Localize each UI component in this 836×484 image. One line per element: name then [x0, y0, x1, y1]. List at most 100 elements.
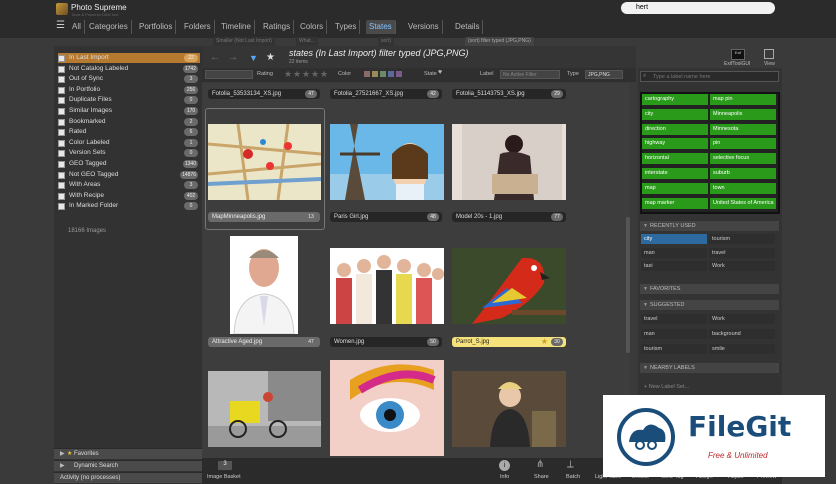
thumbnail-cyclist[interactable] [208, 371, 321, 447]
tab-all[interactable]: All [69, 20, 85, 34]
filter-checkbox[interactable] [58, 171, 65, 179]
tab-categories[interactable]: Categories [86, 20, 132, 34]
batch-icon[interactable]: ⟂ [567, 459, 574, 470]
filter-checkbox[interactable] [58, 139, 65, 147]
catalog-label-chip[interactable]: Minneapolis [710, 108, 776, 120]
filter-icon[interactable]: ▼ [249, 53, 258, 63]
info-icon[interactable]: i [499, 460, 510, 471]
filter-checkbox[interactable] [58, 203, 65, 211]
heart-icon[interactable]: ♥ [438, 69, 442, 76]
catalog-label-chip[interactable]: direction [642, 123, 708, 135]
catalog-label-chip[interactable]: city [642, 108, 708, 120]
filter-item[interactable]: GEO Tagged 1340 [58, 159, 200, 169]
thumbnail-portrait[interactable] [230, 236, 298, 334]
image-basket-label[interactable]: Image Basket [207, 474, 241, 480]
recent-label-chip[interactable]: travel [709, 247, 775, 258]
label-filter-dropdown[interactable]: No Active Filter [500, 70, 560, 79]
filter-item[interactable]: With Areas 3 [58, 180, 200, 190]
color-swatch[interactable] [364, 71, 370, 77]
favorites-header[interactable]: ▼ FAVORITES [640, 284, 779, 294]
doc-tab[interactable]: sort) [378, 37, 394, 46]
filter-item[interactable]: Out of Sync 3 [58, 74, 200, 84]
suggested-label-chip[interactable]: Work [709, 314, 775, 324]
catalog-label-chip[interactable]: suburb [710, 168, 776, 179]
thumbnail-eye[interactable] [330, 360, 444, 456]
filter-checkbox[interactable] [58, 150, 65, 158]
tab-timeline[interactable]: Timeline [218, 20, 255, 34]
thumbnail-caption[interactable]: Fotolia_51143753_XS.jpg 29 [452, 89, 566, 99]
thumbnail-model[interactable] [452, 124, 566, 200]
recent-label-chip[interactable]: tourism [709, 234, 775, 244]
filter-item[interactable]: Similar Images 170 [58, 106, 200, 116]
filter-checkbox[interactable] [58, 182, 65, 190]
filter-item[interactable]: Rated 6 [58, 127, 200, 137]
thumbnail-caption[interactable]: Fotolia_53533134_XS.jpg 47 [208, 89, 320, 99]
catalog-label-chip[interactable]: map pin [710, 94, 776, 105]
search-input[interactable]: hert [621, 2, 775, 14]
forward-arrow-icon[interactable]: → [228, 52, 238, 63]
filter-item[interactable]: Bookmarked 2 [58, 117, 200, 127]
doc-tab[interactable]: What... [296, 37, 318, 46]
recent-label-chip[interactable]: Work [709, 261, 775, 272]
catalog-label-chip[interactable]: map marker [642, 197, 708, 209]
recently-used-header[interactable]: ▼ RECENTLY USED [640, 221, 779, 231]
color-swatch[interactable] [372, 71, 378, 77]
catalog-label-chip[interactable]: pin [710, 138, 776, 150]
thumbnail-parrot[interactable] [452, 248, 566, 324]
color-swatch[interactable] [380, 71, 386, 77]
filter-checkbox[interactable] [58, 108, 65, 115]
suggested-label-chip[interactable]: background [709, 329, 775, 339]
thumbnail-paris[interactable] [330, 124, 444, 200]
favorite-star-icon[interactable]: ★ [266, 52, 275, 63]
filter-checkbox[interactable] [58, 55, 65, 62]
favorites-section[interactable]: ▶ ★ Favorites [54, 448, 202, 459]
filter-checkbox[interactable] [58, 192, 65, 200]
exiftool-icon[interactable]: Exif [731, 49, 745, 60]
sort-dropdown[interactable] [205, 70, 253, 79]
tab-states[interactable]: States [366, 20, 396, 34]
dynamic-search-section[interactable]: ▶ Dynamic Search [54, 460, 202, 471]
tab-types[interactable]: Types [332, 20, 361, 34]
filter-item[interactable]: Not GEO Tagged 14876 [58, 170, 200, 180]
activity-section[interactable]: Activity (no processes) [54, 472, 202, 483]
catalog-label-chip[interactable]: map [642, 182, 708, 194]
view-icon[interactable] [764, 49, 774, 59]
thumbnail-caption[interactable]: Attractive Aged.jpg 47 [208, 337, 320, 347]
tab-colors[interactable]: Colors [297, 20, 328, 34]
filter-item[interactable]: Color Labeled 1 [58, 138, 200, 148]
share-icon[interactable]: ⋔ [536, 459, 544, 470]
filter-checkbox[interactable] [58, 118, 65, 126]
catalog-label-chip[interactable]: highway [642, 138, 708, 150]
tab-ratings[interactable]: Ratings [260, 20, 295, 34]
filter-item[interactable]: In Marked Folder 0 [58, 201, 200, 211]
doc-tab[interactable]: (sort) filter typed (JPG,PNG) [465, 37, 534, 46]
tool-batch[interactable]: Batch [566, 474, 580, 480]
new-label-set-link[interactable]: + New Label Set... [644, 384, 689, 390]
doc-tab[interactable]: Smaller (Not Last Import) [213, 37, 275, 46]
tab-versions[interactable]: Versions [405, 20, 443, 34]
filter-item[interactable]: Duplicate Files 0 [58, 95, 200, 105]
thumbnail-caption[interactable]: Fotolia_27521667_XS.jpg 42 [330, 89, 442, 99]
type-dropdown[interactable]: JPG,PNG [585, 70, 623, 79]
grid-scrollbar[interactable] [626, 217, 630, 353]
filter-item[interactable]: Not Catalog Labeled 1742 [58, 64, 200, 74]
rating-star-icon[interactable]: ★ [302, 69, 310, 80]
filter-checkbox[interactable] [58, 97, 65, 105]
thumbnail-caption[interactable]: Parrot_S.jpg ★ 30 [452, 337, 566, 347]
hamburger-menu-icon[interactable]: ☰ [56, 20, 65, 31]
filter-item[interactable]: In Portfolio 256 [58, 85, 200, 95]
color-swatch[interactable] [396, 71, 402, 77]
suggested-label-chip[interactable]: smile [709, 344, 775, 354]
suggested-header[interactable]: ▼ SUGGESTED [640, 300, 779, 310]
catalog-label-chip[interactable]: selective focus [710, 153, 776, 165]
rating-star-icon[interactable]: ★ [311, 69, 319, 80]
suggested-label-chip[interactable]: tourism [641, 344, 707, 354]
catalog-label-chip[interactable]: interstate [642, 168, 708, 179]
filter-checkbox[interactable] [58, 129, 65, 137]
tool-info[interactable]: Info [500, 474, 509, 480]
filter-checkbox[interactable] [58, 161, 65, 168]
filter-checkbox[interactable] [58, 86, 65, 94]
filter-item[interactable]: In Last Import 22 [58, 53, 200, 63]
thumbnail-vintage[interactable] [452, 371, 566, 447]
thumbnail-caption[interactable]: MapMinneapolis.jpg 13 [208, 212, 320, 222]
